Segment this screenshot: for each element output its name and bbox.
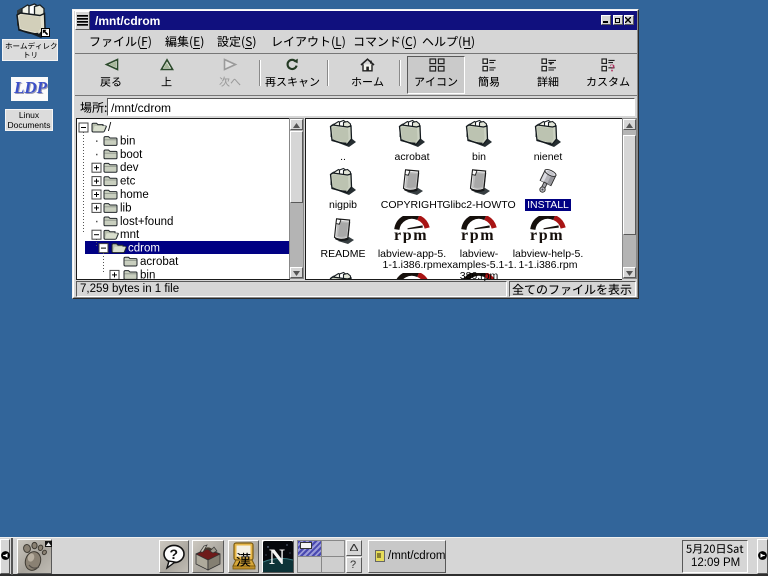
svg-text:?: ? xyxy=(610,62,616,72)
svg-text:bin: bin xyxy=(120,135,135,147)
svg-text:cdrom: cdrom xyxy=(128,243,160,255)
svg-text:bin: bin xyxy=(140,269,155,279)
svg-text:rpm: rpm xyxy=(394,227,428,243)
svg-text:N: N xyxy=(269,544,285,569)
svg-text:/: / xyxy=(108,122,112,134)
svg-text:rpm: rpm xyxy=(530,227,564,243)
svg-text:?: ? xyxy=(170,546,179,562)
svg-text:boot: boot xyxy=(120,149,143,161)
svg-text:lib: lib xyxy=(120,202,132,214)
svg-text:lost+found: lost+found xyxy=(120,216,173,228)
svg-text:dev: dev xyxy=(120,162,139,174)
svg-text:mnt: mnt xyxy=(120,229,140,241)
svg-text:rpm: rpm xyxy=(461,227,495,243)
svg-text:home: home xyxy=(120,189,149,201)
svg-text:etc: etc xyxy=(120,176,136,188)
svg-text:acrobat: acrobat xyxy=(140,256,179,268)
